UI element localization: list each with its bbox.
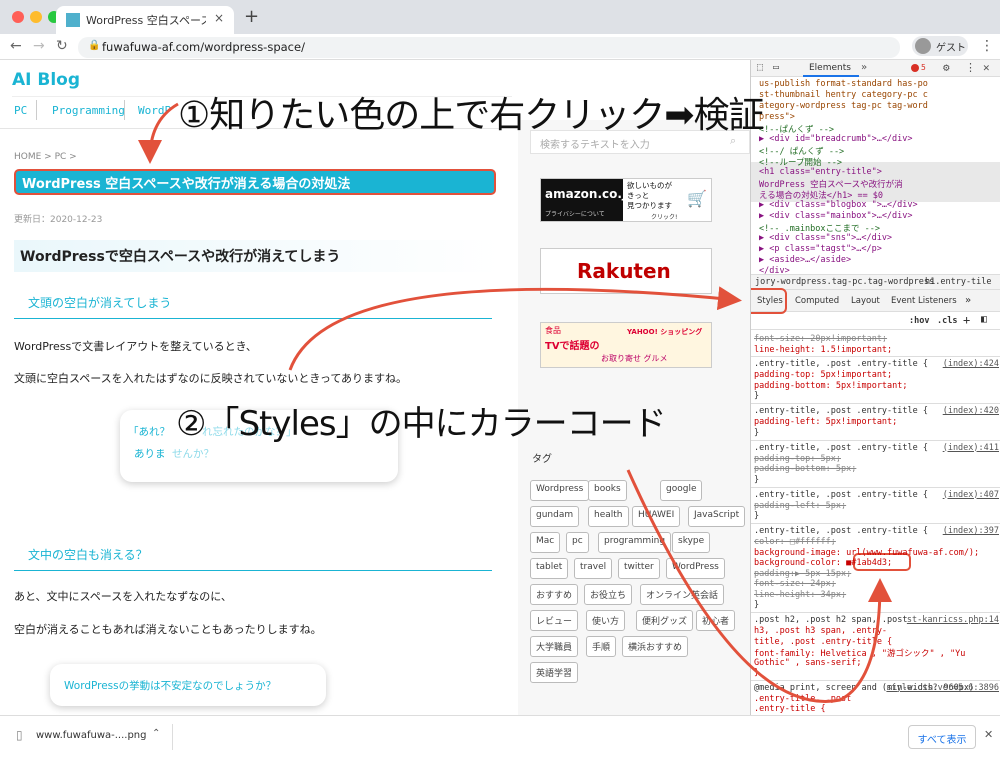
annotation-step1: ①知りたい色の上で右クリック➡検証	[178, 95, 764, 136]
arrow-step2-color	[626, 469, 892, 703]
arrow-step1	[138, 102, 179, 164]
arrow-step2-styles	[288, 286, 742, 371]
annotation-step2: ②「Styles」の中にカラーコード	[176, 404, 667, 444]
